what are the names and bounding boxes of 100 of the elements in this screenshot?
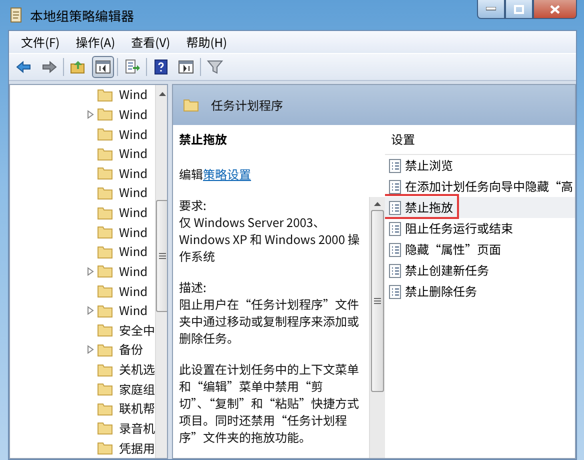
- minimize-button[interactable]: [477, 0, 505, 19]
- menu-item[interactable]: 查看(V): [123, 34, 178, 50]
- toolbar-button[interactable]: [92, 56, 114, 78]
- requirements-text: 仅 Windows Server 2003、Windows XP 和 Windows 2000 操作系统: [179, 214, 361, 265]
- setting-name: 禁止拖放: [405, 199, 454, 216]
- setting-row[interactable]: 禁止拖放: [385, 197, 575, 218]
- folder-icon: [97, 382, 113, 396]
- folder-icon: [97, 342, 113, 357]
- setting-row[interactable]: 在添加计划任务向导中隐藏“高: [385, 176, 575, 197]
- tree-item[interactable]: 关机选: [119, 361, 156, 378]
- policy-document-icon: [389, 158, 401, 172]
- tree-item[interactable]: 联机帮: [119, 400, 156, 418]
- folder-icon: [97, 225, 113, 240]
- back-arrow-icon: [16, 59, 32, 75]
- scroll-up-icon: [374, 201, 381, 206]
- scroll-grip-icon: [374, 298, 381, 304]
- policy-title: 禁止拖放: [179, 131, 228, 148]
- policy-settings-link[interactable]: 策略设置: [203, 166, 252, 183]
- description-text: 此设置在计划任务中的上下文菜单和“编辑”菜单中禁用“剪切”、“复制”和“粘贴”快捷方式项目。同时还禁用“任务计划程序”文件夹的拖放功能。: [179, 361, 360, 446]
- setting-name: 阻止任务运行或结束: [405, 220, 514, 237]
- folder-icon: [97, 88, 113, 102]
- menu-item[interactable]: 帮助(H): [178, 34, 236, 50]
- column-header[interactable]: 设置: [385, 131, 575, 155]
- folder-title: 任务计划程序: [211, 96, 284, 114]
- tree-item[interactable]: Wind: [119, 302, 148, 320]
- folder-icon: [97, 127, 113, 142]
- filter-icon: [207, 59, 223, 75]
- scrollbar[interactable]: [369, 197, 385, 458]
- policy-document-icon: [389, 284, 401, 298]
- tree-item[interactable]: Wind: [119, 184, 148, 202]
- folder-icon: [97, 186, 113, 200]
- scrollbar[interactable]: [155, 85, 167, 458]
- maximize-button[interactable]: [505, 0, 533, 19]
- expand-arrow-icon[interactable]: [86, 266, 95, 276]
- tree-item[interactable]: Wind: [119, 204, 148, 222]
- policy-document-icon: [389, 222, 401, 236]
- tree-item[interactable]: 凭据用: [119, 440, 156, 457]
- expand-arrow-icon[interactable]: [86, 110, 95, 119]
- tree-item[interactable]: 备份: [119, 341, 144, 358]
- policy-document-icon: [389, 264, 401, 278]
- scroll-grip-icon: [159, 253, 166, 259]
- edit-label: 编辑: [179, 166, 204, 183]
- help-icon: [153, 59, 169, 75]
- export-list-icon: [124, 59, 140, 75]
- policy-document-icon: [389, 180, 401, 194]
- setting-name: 禁止创建新任务: [405, 262, 490, 279]
- folder-icon: [97, 107, 113, 122]
- folder-icon: [183, 98, 199, 112]
- menu-item[interactable]: 操作(A): [68, 34, 124, 50]
- folder-icon: [97, 284, 113, 298]
- setting-row[interactable]: 禁止创建新任务: [385, 260, 575, 281]
- minimize-icon: [486, 7, 496, 11]
- console-tree-icon: [95, 59, 111, 75]
- tree-item[interactable]: Wind: [119, 282, 148, 300]
- tree-item[interactable]: Wind: [119, 224, 148, 241]
- tree-item[interactable]: Wind: [119, 145, 148, 162]
- folder-icon: [97, 244, 113, 259]
- setting-name: 禁止浏览: [405, 157, 454, 174]
- tree-item[interactable]: 家庭组: [119, 380, 156, 398]
- tree-item[interactable]: Wind: [119, 243, 148, 260]
- tree-item[interactable]: 安全中: [119, 322, 156, 339]
- policy-document-icon: [389, 200, 401, 214]
- description-label: 描述:: [179, 279, 208, 296]
- tree-item[interactable]: Wind: [119, 262, 148, 280]
- folder-up-icon: [70, 59, 86, 75]
- maximize-icon: [514, 4, 524, 14]
- setting-row[interactable]: 阻止任务运行或结束: [385, 218, 575, 239]
- folder-icon: [97, 264, 113, 278]
- expand-arrow-icon[interactable]: [86, 345, 95, 354]
- folder-icon: [97, 304, 113, 318]
- requirements-label: 要求:: [179, 197, 208, 214]
- menu-item[interactable]: 文件(F): [13, 34, 68, 50]
- folder-icon: [97, 421, 113, 436]
- folder-icon: [97, 362, 113, 377]
- setting-name: 隐藏“属性”页面: [405, 241, 502, 258]
- app-icon: [8, 6, 24, 24]
- tree-item[interactable]: Wind: [119, 164, 148, 182]
- tree-item[interactable]: 录音机: [119, 420, 156, 437]
- folder-icon: [97, 402, 113, 416]
- close-button[interactable]: [533, 0, 577, 19]
- setting-name: 在添加计划任务向导中隐藏“高: [405, 178, 574, 195]
- folder-icon: [97, 166, 113, 180]
- tree-item[interactable]: Wind: [119, 126, 148, 143]
- setting-row[interactable]: 隐藏“属性”页面: [385, 239, 575, 260]
- policy-document-icon: [389, 242, 401, 256]
- window-title: 本地组策略编辑器: [30, 6, 136, 24]
- folder-icon: [97, 323, 113, 338]
- setting-name: 禁止删除任务: [405, 283, 478, 300]
- setting-row[interactable]: 禁止浏览: [385, 155, 575, 176]
- folder-icon: [97, 441, 113, 456]
- folder-icon: [97, 146, 113, 161]
- close-icon: [550, 4, 560, 14]
- setting-row[interactable]: 禁止删除任务: [385, 281, 575, 302]
- folder-icon: [97, 206, 113, 220]
- tree-item[interactable]: Wind: [119, 86, 148, 104]
- action-pane-icon: [178, 59, 194, 75]
- scroll-up-icon: [159, 91, 166, 96]
- description-text: 阻止用户在“任务计划程序”文件夹中通过移动或复制程序来添加或删除任务。: [179, 296, 360, 347]
- expand-arrow-icon[interactable]: [86, 306, 95, 316]
- tree-item[interactable]: Wind: [119, 106, 148, 123]
